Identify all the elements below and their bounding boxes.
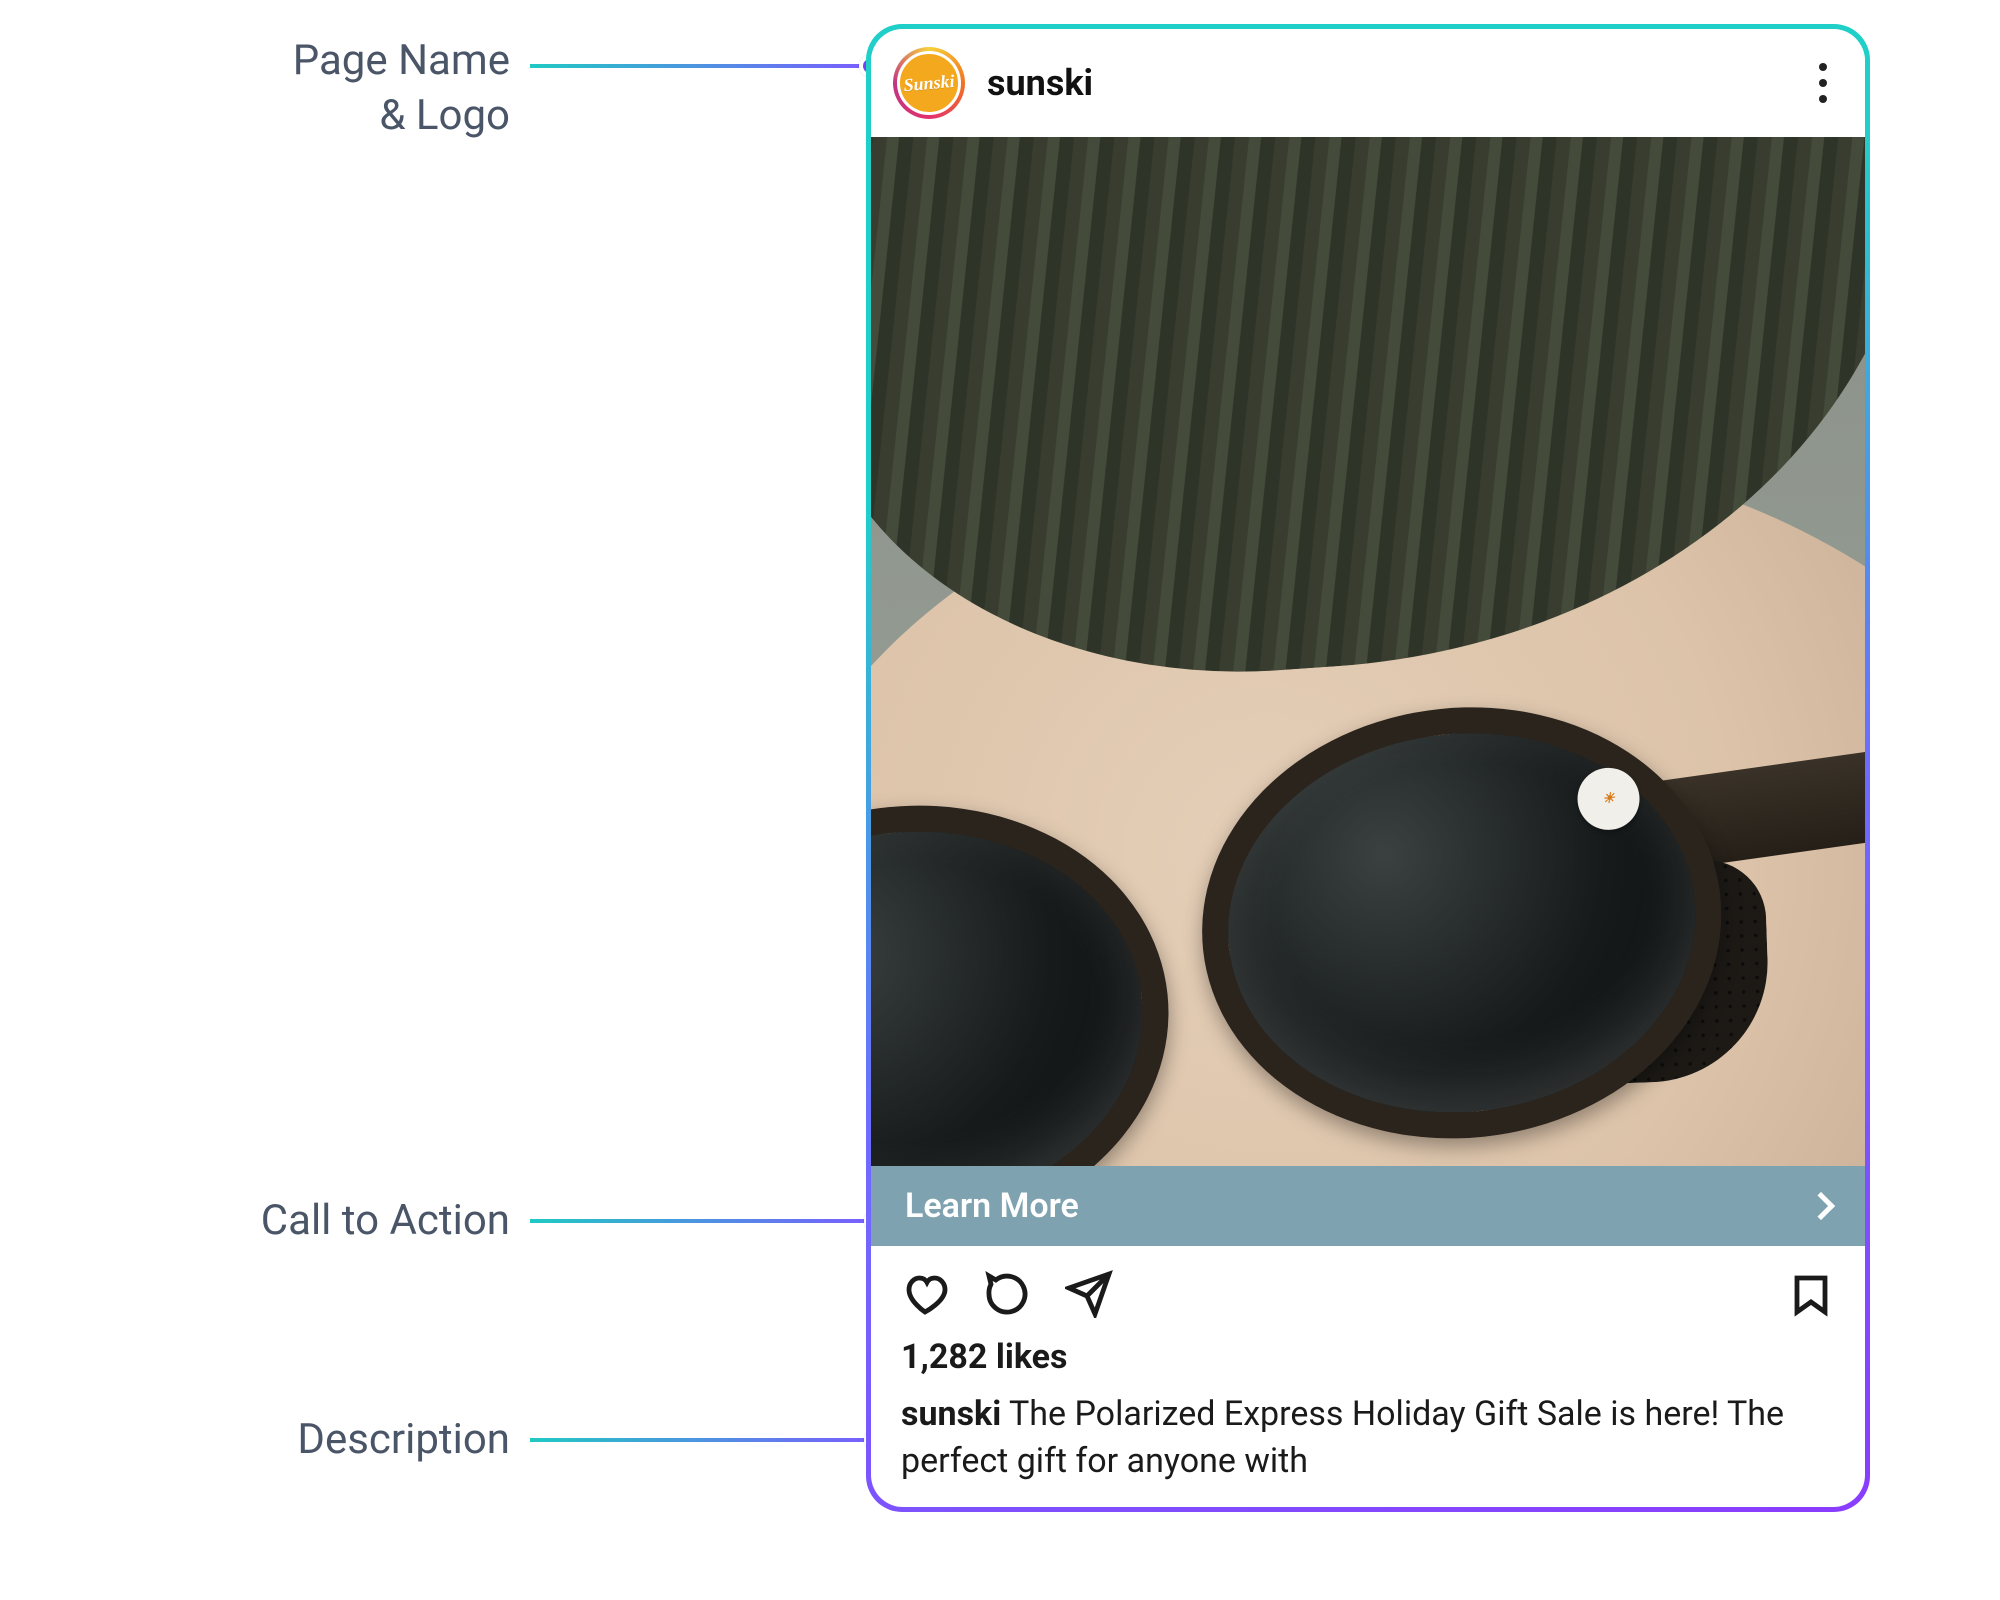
image-glasses-lens [871,781,1190,1167]
annotation-description: Description [40,1413,510,1468]
likes-count[interactable]: 1,282 likes [901,1334,1835,1381]
like-icon[interactable] [901,1270,949,1318]
bookmark-icon[interactable] [1787,1270,1835,1318]
avatar-logo-text: Sunski [903,70,956,95]
post-header: Sunski sunski [871,29,1865,137]
connector-line [530,64,870,68]
annotation-cta: Call to Action [40,1194,510,1249]
chevron-right-icon [1807,1192,1835,1220]
post-caption: sunski The Polarized Express Holiday Gif… [901,1391,1835,1485]
share-icon[interactable] [1065,1270,1113,1318]
post-image[interactable]: ☀ [871,137,1865,1166]
caption-author[interactable]: sunski [901,1394,1001,1434]
connector-line [530,1219,875,1223]
page-name[interactable]: sunski [987,62,1093,104]
post-meta: 1,282 likes sunski The Polarized Express… [871,1328,1865,1507]
avatar-ring[interactable]: Sunski [893,47,965,119]
annotation-text-line2: & Logo [379,91,510,140]
annotation-page-name-logo: Page Name & Logo [40,34,510,143]
cta-label: Learn More [905,1186,1079,1226]
post-card: Sunski sunski ☀ Learn More [871,29,1865,1507]
annotation-text: Call to Action [261,1196,510,1245]
comment-icon[interactable] [983,1270,1031,1318]
annotation-text-line1: Page Name [293,36,510,85]
page-avatar: Sunski [894,48,963,117]
connector-line [530,1438,875,1442]
post-card-frame: Sunski sunski ☀ Learn More [866,24,1870,1512]
caption-text: The Polarized Express Holiday Gift Sale … [901,1394,1784,1481]
cta-button[interactable]: Learn More [871,1166,1865,1246]
post-actions [871,1246,1865,1328]
more-options-icon[interactable] [1811,55,1835,111]
image-glasses-lens [1181,682,1743,1164]
annotation-text: Description [297,1415,510,1464]
